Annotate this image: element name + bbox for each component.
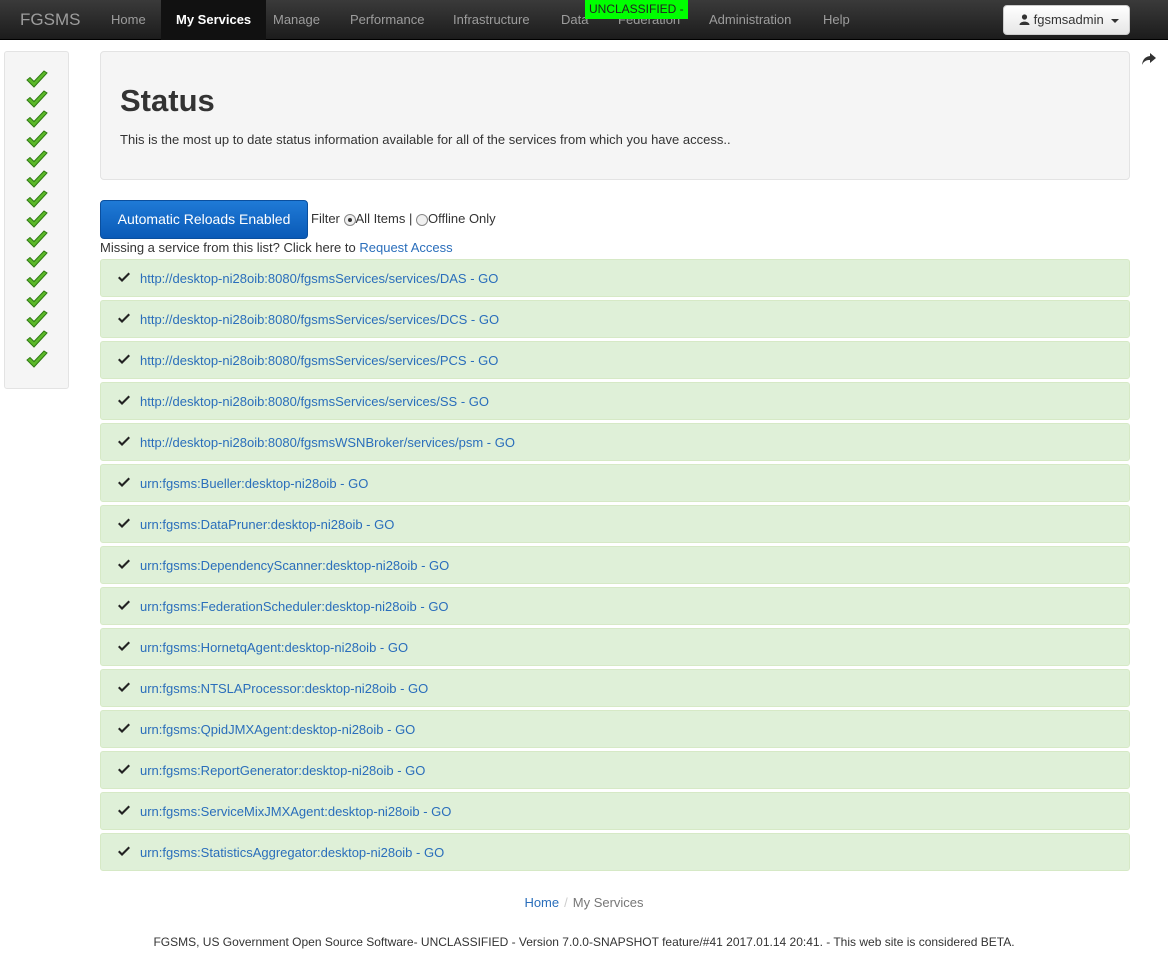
green-checkmark-icon (26, 310, 48, 328)
nav-performance[interactable]: Performance (350, 0, 424, 40)
ok-check-icon (118, 518, 130, 528)
service-link[interactable]: urn:fgsms:Bueller:desktop-ni28oib - GO (140, 476, 368, 491)
nav-manage[interactable]: Manage (273, 0, 320, 40)
service-link[interactable]: urn:fgsms:QpidJMXAgent:desktop-ni28oib -… (140, 722, 415, 737)
service-link[interactable]: http://desktop-ni28oib:8080/fgsmsService… (140, 394, 489, 409)
green-checkmark-icon (26, 130, 48, 148)
service-link[interactable]: urn:fgsms:HornetqAgent:desktop-ni28oib -… (140, 640, 408, 655)
service-status-row: http://desktop-ni28oib:8080/fgsmsWSNBrok… (100, 423, 1130, 461)
ok-check-icon (118, 559, 130, 569)
status-header-panel: Status This is the most up to date statu… (100, 51, 1130, 180)
service-link[interactable]: http://desktop-ni28oib:8080/fgsmsService… (140, 312, 499, 327)
missing-service-notice: Missing a service from this list? Click … (100, 240, 453, 255)
nav-my-services[interactable]: My Services (161, 0, 267, 40)
status-summary-sidebar (4, 51, 69, 389)
classification-banner: UNCLASSIFIED - (585, 0, 688, 19)
user-name: fgsmsadmin (1033, 12, 1104, 27)
page-title: Status (120, 83, 215, 118)
user-icon (1019, 14, 1030, 25)
service-status-row: urn:fgsms:ReportGenerator:desktop-ni28oi… (100, 751, 1130, 789)
green-checkmark-icon (26, 90, 48, 108)
ok-check-icon (118, 805, 130, 815)
green-checkmark-icon (26, 190, 48, 208)
share-arrow-icon[interactable] (1141, 52, 1157, 66)
missing-service-text: Missing a service from this list? Click … (100, 240, 356, 255)
service-link[interactable]: urn:fgsms:FederationScheduler:desktop-ni… (140, 599, 449, 614)
service-status-row: http://desktop-ni28oib:8080/fgsmsService… (100, 382, 1130, 420)
filter-all-items-radio[interactable] (343, 214, 356, 226)
filter-separator: | (408, 211, 413, 226)
automatic-reload-button[interactable]: Automatic Reloads Enabled (100, 200, 308, 239)
filter-all-items-label[interactable]: All Items (356, 211, 406, 226)
service-link[interactable]: http://desktop-ni28oib:8080/fgsmsService… (140, 271, 498, 286)
service-status-row: urn:fgsms:Bueller:desktop-ni28oib - GO (100, 464, 1130, 502)
ok-check-icon (118, 641, 130, 651)
caret-down-icon (1111, 18, 1120, 23)
nav-infrastructure[interactable]: Infrastructure (453, 0, 530, 40)
service-status-row: urn:fgsms:QpidJMXAgent:desktop-ni28oib -… (100, 710, 1130, 748)
service-link[interactable]: http://desktop-ni28oib:8080/fgsmsWSNBrok… (140, 435, 515, 450)
green-checkmark-icon (26, 150, 48, 168)
request-access-link[interactable]: Request Access (359, 240, 452, 255)
filter-offline-only-radio[interactable] (416, 214, 428, 226)
green-checkmark-icon (26, 170, 48, 188)
breadcrumb-separator: / (564, 895, 568, 910)
service-status-row: urn:fgsms:StatisticsAggregator:desktop-n… (100, 833, 1130, 871)
ok-check-icon (118, 313, 130, 323)
service-status-row: http://desktop-ni28oib:8080/fgsmsService… (100, 341, 1130, 379)
ok-check-icon (118, 354, 130, 364)
service-link[interactable]: urn:fgsms:NTSLAProcessor:desktop-ni28oib… (140, 681, 428, 696)
ok-check-icon (118, 395, 130, 405)
filter-label: Filter (311, 211, 340, 226)
green-checkmark-icon (26, 290, 48, 308)
green-checkmark-icon (26, 70, 48, 88)
green-checkmark-icon (26, 350, 48, 368)
service-status-list: http://desktop-ni28oib:8080/fgsmsService… (100, 259, 1130, 874)
brand-logo[interactable]: FGSMS (20, 0, 80, 40)
service-status-row: urn:fgsms:FederationScheduler:desktop-ni… (100, 587, 1130, 625)
green-checkmark-icon (26, 110, 48, 128)
ok-check-icon (118, 436, 130, 446)
ok-check-icon (118, 682, 130, 692)
nav-administration[interactable]: Administration (709, 0, 791, 40)
service-status-row: urn:fgsms:HornetqAgent:desktop-ni28oib -… (100, 628, 1130, 666)
service-status-row: http://desktop-ni28oib:8080/fgsmsService… (100, 300, 1130, 338)
service-link[interactable]: urn:fgsms:StatisticsAggregator:desktop-n… (140, 845, 444, 860)
green-checkmark-icon (26, 330, 48, 348)
filter-offline-only-label[interactable]: Offline Only (428, 211, 496, 226)
breadcrumb-current: My Services (572, 895, 644, 910)
service-status-row: urn:fgsms:ServiceMixJMXAgent:desktop-ni2… (100, 792, 1130, 830)
ok-check-icon (118, 600, 130, 610)
service-status-row: urn:fgsms:DataPruner:desktop-ni28oib - G… (100, 505, 1130, 543)
green-checkmark-icon (26, 210, 48, 228)
ok-check-icon (118, 723, 130, 733)
nav-help[interactable]: Help (823, 0, 850, 40)
green-checkmark-icon (26, 270, 48, 288)
ok-check-icon (118, 846, 130, 856)
service-link[interactable]: http://desktop-ni28oib:8080/fgsmsService… (140, 353, 498, 368)
footer-text: FGSMS, US Government Open Source Softwar… (153, 935, 1015, 949)
filter-group: Filter All Items | Offline Only (311, 211, 496, 229)
service-link[interactable]: urn:fgsms:DependencyScanner:desktop-ni28… (140, 558, 449, 573)
user-menu-button[interactable]: fgsmsadmin (1003, 5, 1130, 35)
service-status-row: urn:fgsms:DependencyScanner:desktop-ni28… (100, 546, 1130, 584)
green-checkmark-icon (26, 230, 48, 248)
breadcrumb-home[interactable]: Home (524, 895, 559, 910)
service-status-row: http://desktop-ni28oib:8080/fgsmsService… (100, 259, 1130, 297)
top-navbar: FGSMS Home My Services Manage Performanc… (0, 0, 1168, 40)
breadcrumb: Home / My Services (0, 895, 1168, 910)
ok-check-icon (118, 764, 130, 774)
service-status-row: urn:fgsms:NTSLAProcessor:desktop-ni28oib… (100, 669, 1130, 707)
service-link[interactable]: urn:fgsms:ServiceMixJMXAgent:desktop-ni2… (140, 804, 451, 819)
ok-check-icon (118, 477, 130, 487)
ok-check-icon (118, 272, 130, 282)
page-description: This is the most up to date status infor… (120, 132, 731, 147)
nav-home[interactable]: Home (111, 0, 146, 40)
green-checkmark-icon (26, 250, 48, 268)
service-link[interactable]: urn:fgsms:ReportGenerator:desktop-ni28oi… (140, 763, 425, 778)
service-link[interactable]: urn:fgsms:DataPruner:desktop-ni28oib - G… (140, 517, 394, 532)
